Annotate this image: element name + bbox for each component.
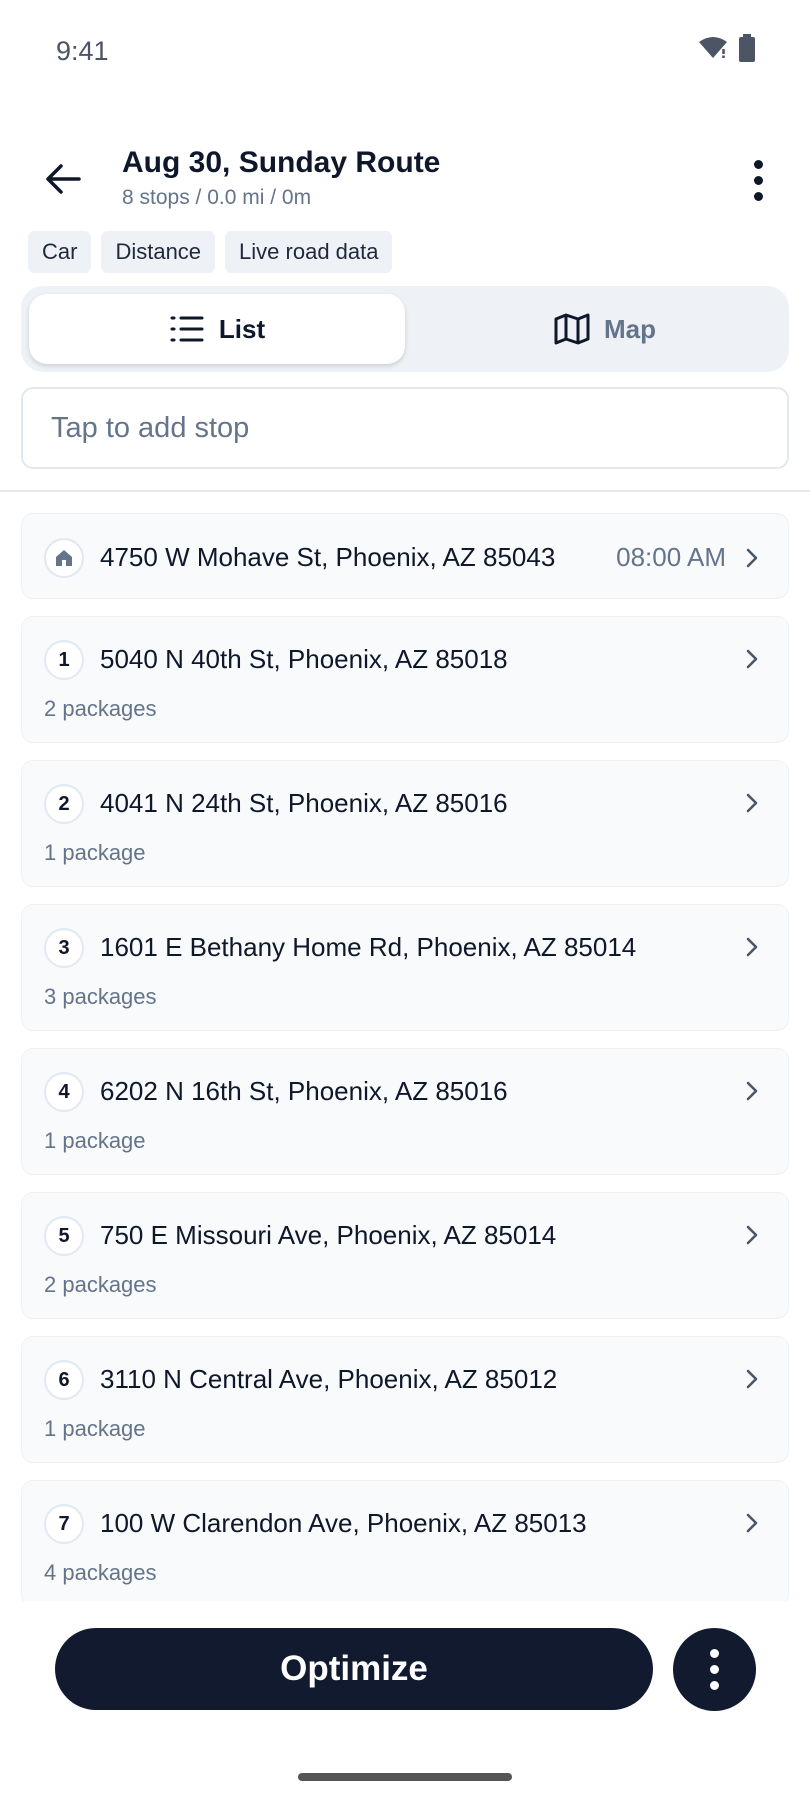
- chevron-right-icon: [740, 544, 764, 572]
- dot-icon: [710, 1681, 719, 1690]
- dot-icon: [753, 159, 763, 169]
- page-title: Aug 30, Sunday Route: [122, 146, 441, 179]
- stop-address: 1601 E Bethany Home Rd, Phoenix, AZ 8501…: [100, 932, 637, 962]
- map-icon: [554, 313, 590, 345]
- stop-packages: 1 package: [44, 1416, 146, 1441]
- chevron-right-icon: [740, 1221, 764, 1249]
- status-bar: 9:41: [0, 0, 810, 100]
- stop-number-badge: 3: [44, 928, 84, 968]
- stop-number-badge: 4: [44, 1072, 84, 1112]
- battery-icon: [738, 34, 756, 67]
- list-icon: [170, 316, 204, 342]
- tab-list[interactable]: List: [29, 294, 405, 364]
- home-indicator[interactable]: [298, 1773, 512, 1781]
- status-time: 9:41: [56, 36, 109, 66]
- stop-address: 6202 N 16th St, Phoenix, AZ 85016: [100, 1076, 508, 1106]
- wifi-icon: [698, 36, 728, 65]
- stop-number-badge: 6: [44, 1360, 84, 1400]
- chip-road-data[interactable]: Live road data: [225, 231, 393, 273]
- status-icons: [698, 34, 756, 67]
- stop-card[interactable]: 6 3110 N Central Ave, Phoenix, AZ 85012 …: [21, 1336, 789, 1463]
- tab-map-label: Map: [604, 313, 656, 344]
- overflow-menu-button[interactable]: [738, 152, 778, 208]
- start-address: 4750 W Mohave St, Phoenix, AZ 85043: [100, 542, 556, 572]
- stop-packages: 1 package: [44, 840, 146, 865]
- stop-card[interactable]: 5 750 E Missouri Ave, Phoenix, AZ 85014 …: [21, 1192, 789, 1319]
- chevron-right-icon: [740, 1077, 764, 1105]
- stop-card[interactable]: 4 6202 N 16th St, Phoenix, AZ 85016 1 pa…: [21, 1048, 789, 1175]
- start-time: 08:00 AM: [616, 542, 726, 572]
- route-summary: 8 stops / 0.0 mi / 0m: [122, 186, 312, 209]
- stop-address: 100 W Clarendon Ave, Phoenix, AZ 85013: [100, 1508, 587, 1538]
- arrow-left-icon: [46, 164, 81, 194]
- stop-packages: 3 packages: [44, 984, 157, 1009]
- chip-optimize-by[interactable]: Distance: [101, 231, 216, 273]
- chevron-right-icon: [740, 1509, 764, 1537]
- tab-map[interactable]: Map: [417, 294, 793, 364]
- route-settings-chips: Car Distance Live road data: [28, 231, 393, 273]
- stop-number-badge: 2: [44, 784, 84, 824]
- divider: [0, 490, 810, 492]
- dot-icon: [710, 1649, 719, 1658]
- chevron-right-icon: [740, 1365, 764, 1393]
- stop-packages: 2 packages: [44, 1272, 157, 1297]
- bottom-action-bar: Optimize: [0, 1620, 810, 1720]
- stop-address: 4041 N 24th St, Phoenix, AZ 85016: [100, 788, 508, 818]
- dot-icon: [710, 1665, 719, 1674]
- tab-list-label: List: [218, 313, 266, 344]
- view-toggle: List Map: [21, 286, 789, 372]
- stop-card[interactable]: 1 5040 N 40th St, Phoenix, AZ 85018 2 pa…: [21, 616, 789, 743]
- chevron-right-icon: [740, 645, 764, 673]
- stop-address: 3110 N Central Ave, Phoenix, AZ 85012: [100, 1364, 558, 1394]
- stop-number-badge: 1: [44, 640, 84, 680]
- stop-list: 4750 W Mohave St, Phoenix, AZ 85043 08:0…: [21, 513, 789, 1601]
- chevron-right-icon: [740, 933, 764, 961]
- back-button[interactable]: [38, 154, 88, 204]
- chip-vehicle[interactable]: Car: [28, 231, 92, 273]
- stop-packages: 2 packages: [44, 696, 157, 721]
- home-badge: [44, 538, 84, 578]
- stop-address: 750 E Missouri Ave, Phoenix, AZ 85014: [100, 1220, 557, 1250]
- stop-address: 5040 N 40th St, Phoenix, AZ 85018: [100, 644, 508, 674]
- optimize-button[interactable]: Optimize: [55, 1628, 653, 1710]
- route-header: Aug 30, Sunday Route 8 stops / 0.0 mi / …: [0, 130, 810, 220]
- stop-packages: 1 package: [44, 1128, 146, 1153]
- stop-packages: 4 packages: [44, 1560, 157, 1585]
- home-icon: [56, 550, 72, 566]
- dot-icon: [753, 191, 763, 201]
- stop-card[interactable]: 7 100 W Clarendon Ave, Phoenix, AZ 85013…: [21, 1480, 789, 1601]
- chevron-right-icon: [740, 789, 764, 817]
- stop-number-badge: 5: [44, 1216, 84, 1256]
- stop-card[interactable]: 3 1601 E Bethany Home Rd, Phoenix, AZ 85…: [21, 904, 789, 1031]
- stop-card[interactable]: 2 4041 N 24th St, Phoenix, AZ 85016 1 pa…: [21, 760, 789, 887]
- more-actions-button[interactable]: [673, 1628, 756, 1711]
- start-location-card[interactable]: 4750 W Mohave St, Phoenix, AZ 85043 08:0…: [21, 513, 789, 599]
- add-stop-input[interactable]: Tap to add stop: [21, 387, 789, 469]
- dot-icon: [753, 175, 763, 185]
- stop-number-badge: 7: [44, 1504, 84, 1544]
